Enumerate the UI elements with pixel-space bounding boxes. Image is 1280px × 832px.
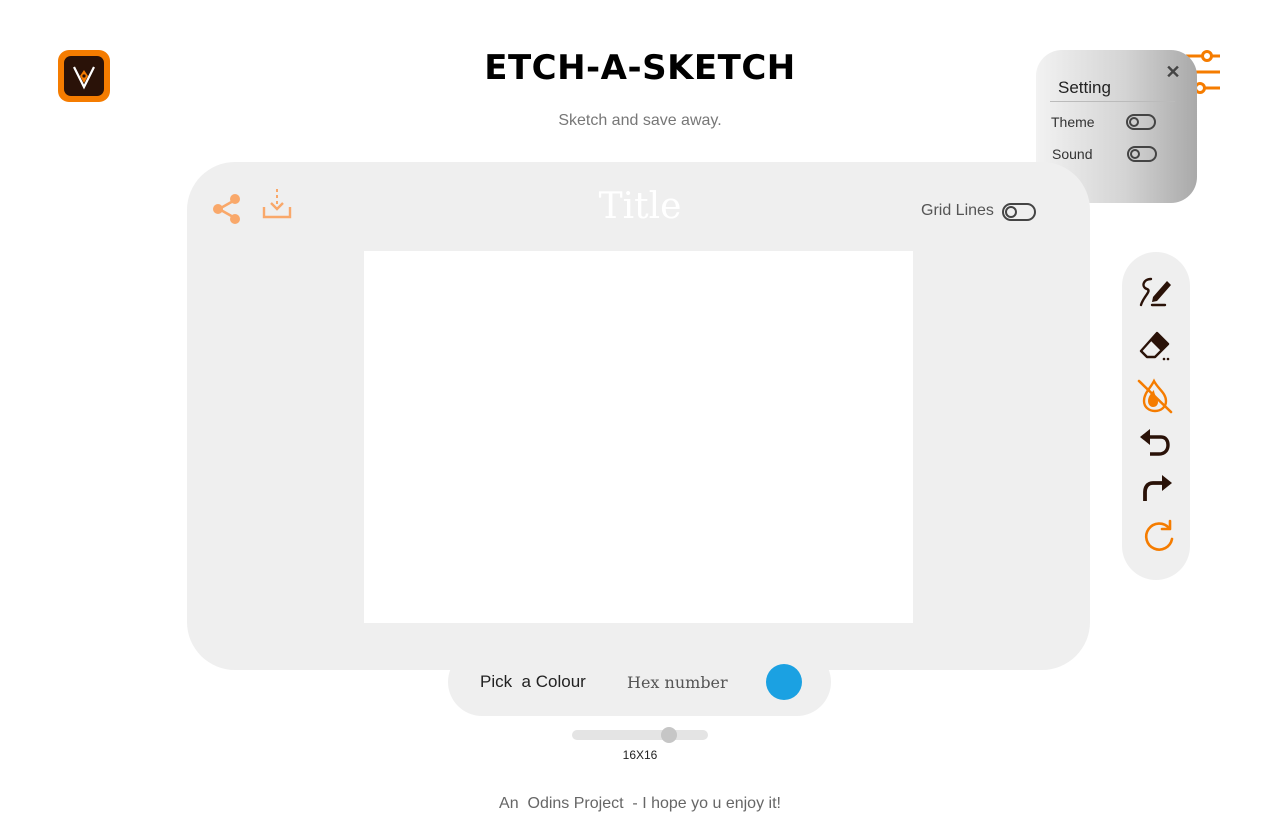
rainbow-fill-tool-icon[interactable] bbox=[1136, 377, 1174, 415]
undo-icon[interactable] bbox=[1136, 424, 1174, 462]
pick-colour-label: Pick a Colour bbox=[480, 672, 586, 691]
grid-size-label: 16X16 bbox=[622, 748, 658, 762]
settings-title: Setting bbox=[1058, 78, 1111, 97]
theme-label: Theme bbox=[1051, 114, 1095, 130]
redo-icon[interactable] bbox=[1138, 470, 1176, 508]
reset-icon[interactable] bbox=[1139, 518, 1177, 556]
grid-size-slider[interactable] bbox=[572, 730, 708, 740]
colour-swatch[interactable] bbox=[766, 664, 802, 700]
toggle-knob bbox=[1130, 149, 1140, 159]
drawing-grid[interactable] bbox=[364, 251, 913, 623]
theme-toggle[interactable] bbox=[1126, 114, 1156, 130]
grid-lines-toggle[interactable] bbox=[1002, 203, 1036, 221]
sound-label: Sound bbox=[1052, 146, 1093, 162]
toggle-knob bbox=[1005, 206, 1017, 218]
pen-tool-icon[interactable] bbox=[1136, 274, 1174, 312]
footer-text: An Odins Project - I hope yo u enjoy it! bbox=[499, 795, 781, 812]
settings-divider bbox=[1050, 101, 1175, 102]
sketch-title[interactable]: Title bbox=[0, 186, 1280, 227]
hex-number-input[interactable] bbox=[622, 668, 752, 696]
eraser-tool-icon[interactable] bbox=[1136, 327, 1174, 365]
slider-thumb[interactable] bbox=[660, 727, 677, 743]
sound-toggle[interactable] bbox=[1127, 146, 1157, 162]
close-icon[interactable]: ✕ bbox=[1164, 61, 1182, 83]
toggle-knob bbox=[1129, 117, 1139, 127]
grid-lines-label: Grid Lines bbox=[921, 202, 994, 219]
